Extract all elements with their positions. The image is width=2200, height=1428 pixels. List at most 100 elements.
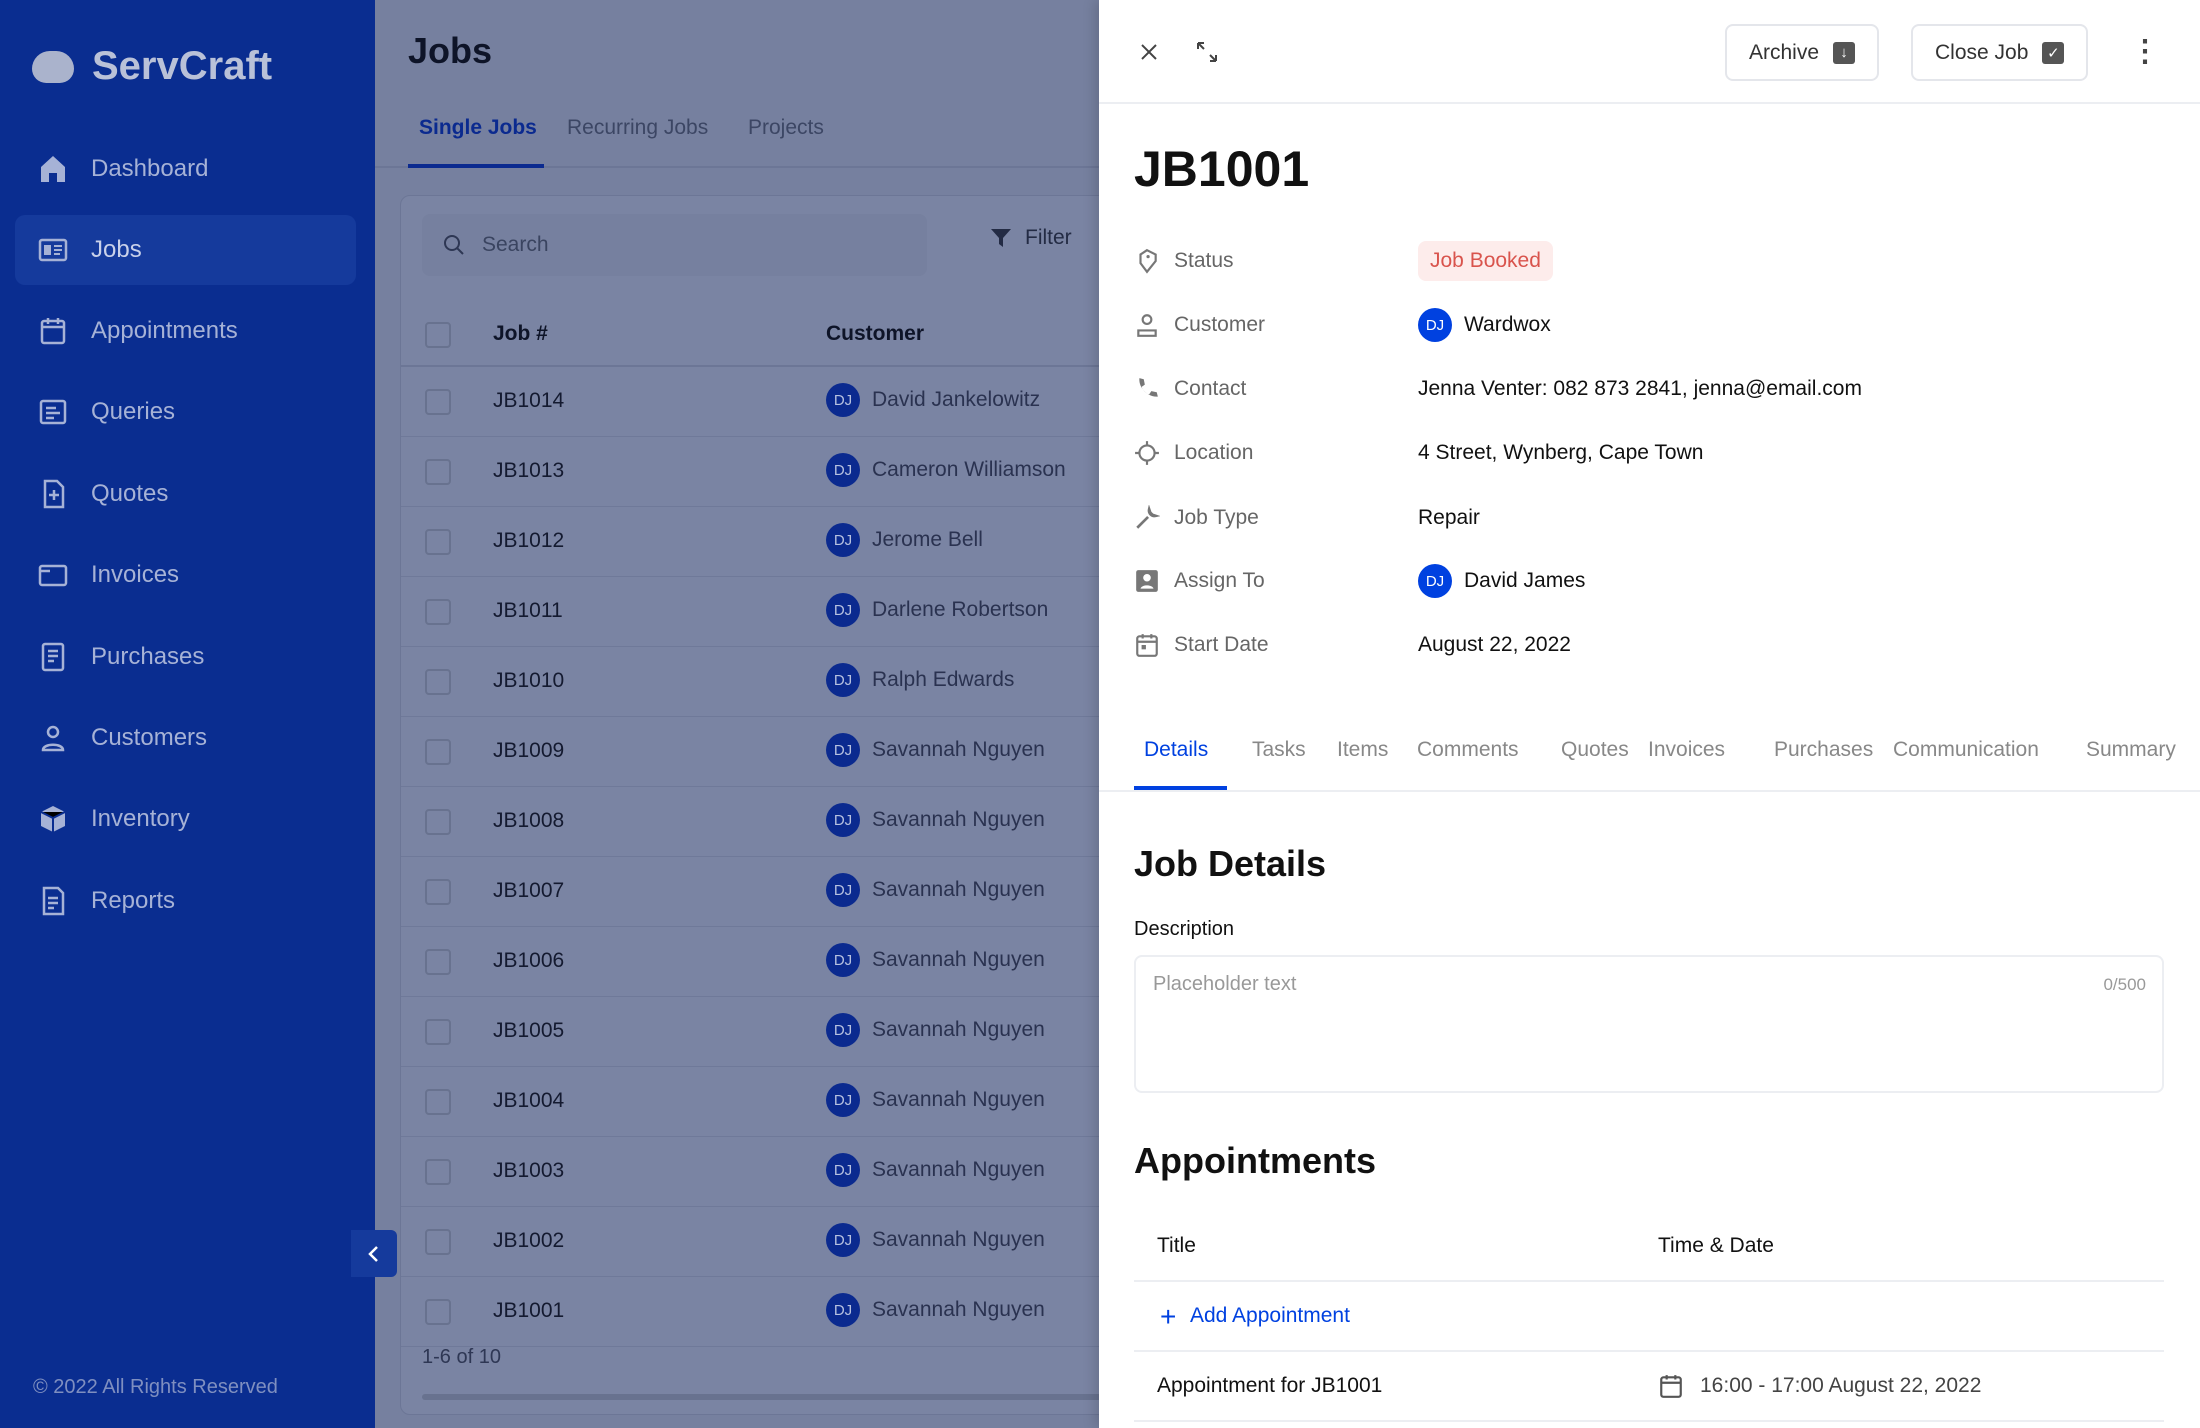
row-checkbox[interactable]: [425, 1089, 451, 1115]
sidebar-item-reports[interactable]: Reports: [15, 866, 356, 936]
close-job-button[interactable]: Close Job ✓: [1911, 24, 2089, 81]
customer-cell: DJ Savannah Nguyen: [826, 1013, 1045, 1047]
sidebar-item-queries[interactable]: Queries: [15, 377, 356, 447]
pagination-info: 1-6 of 10: [422, 1346, 501, 1368]
quotes-icon: [43, 479, 65, 509]
tab-comments[interactable]: Comments: [1417, 738, 1519, 762]
tab-quotes[interactable]: Quotes: [1561, 738, 1629, 762]
customer-cell: DJ Savannah Nguyen: [826, 1223, 1045, 1257]
sidebar-item-invoices[interactable]: Invoices: [15, 540, 356, 610]
job-number[interactable]: JB1006: [493, 949, 564, 973]
row-checkbox[interactable]: [425, 529, 451, 555]
appointment-time: 16:00 - 17:00 August 22, 2022: [1700, 1374, 1982, 1397]
tab-tasks[interactable]: Tasks: [1252, 738, 1306, 762]
job-number[interactable]: JB1008: [493, 809, 564, 833]
archive-button[interactable]: Archive ↓: [1725, 24, 1880, 81]
search-input[interactable]: Search: [422, 214, 927, 276]
customer-value[interactable]: Wardwox: [1464, 313, 1551, 337]
column-job-number[interactable]: Job #: [493, 322, 548, 346]
tab-single-jobs[interactable]: Single Jobs: [419, 116, 537, 140]
column-customer[interactable]: Customer: [826, 322, 924, 346]
customer-cell: DJ Savannah Nguyen: [826, 1293, 1045, 1327]
job-number[interactable]: JB1004: [493, 1089, 564, 1113]
box-icon: [40, 806, 66, 832]
phone-icon: [1139, 378, 1158, 397]
job-type-value: Repair: [1418, 506, 1480, 529]
collapse-sidebar-button[interactable]: [351, 1230, 397, 1277]
purchases-icon: [41, 642, 65, 672]
close-icon[interactable]: [1133, 36, 1165, 68]
avatar: DJ: [1418, 308, 1452, 342]
job-number[interactable]: JB1003: [493, 1159, 564, 1183]
job-number[interactable]: JB1014: [493, 389, 564, 413]
avatar: DJ: [826, 1083, 860, 1117]
logo[interactable]: ServCraft: [32, 44, 272, 89]
row-checkbox[interactable]: [425, 669, 451, 695]
job-number[interactable]: JB1012: [493, 529, 564, 553]
job-number[interactable]: JB1005: [493, 1019, 564, 1043]
horizontal-scrollbar[interactable]: [422, 1394, 1122, 1400]
field-status: Status Job Booked: [1134, 241, 2174, 281]
sidebar-item-purchases[interactable]: Purchases: [15, 622, 356, 692]
select-all-checkbox[interactable]: [425, 322, 451, 348]
more-options-icon[interactable]: ⋮: [2129, 36, 2161, 68]
row-checkbox[interactable]: [425, 1229, 451, 1255]
row-checkbox[interactable]: [425, 1299, 451, 1325]
appointment-row[interactable]: Appointment for JB1001 16:00 - 17:00 Augu…: [1134, 1352, 2164, 1422]
avatar: DJ: [826, 1013, 860, 1047]
expand-icon[interactable]: [1191, 36, 1223, 68]
row-checkbox[interactable]: [425, 389, 451, 415]
avatar: DJ: [826, 873, 860, 907]
character-counter: 0/500: [2103, 975, 2146, 994]
row-checkbox[interactable]: [425, 1159, 451, 1185]
sidebar-item-jobs[interactable]: Jobs: [15, 215, 356, 285]
filter-button[interactable]: Filter: [989, 226, 1072, 250]
avatar: DJ: [826, 943, 860, 977]
sidebar-item-inventory[interactable]: Inventory: [15, 784, 356, 854]
row-checkbox[interactable]: [425, 949, 451, 975]
sidebar-item-appointments[interactable]: Appointments: [15, 296, 356, 366]
row-checkbox[interactable]: [425, 599, 451, 625]
tab-summary[interactable]: Summary: [2086, 738, 2176, 762]
customer-name: Darlene Robertson: [872, 598, 1049, 621]
row-checkbox[interactable]: [425, 459, 451, 485]
row-checkbox[interactable]: [425, 739, 451, 765]
sidebar-item-label: Queries: [91, 398, 176, 425]
add-appointment-button[interactable]: + Add Appointment: [1134, 1282, 2164, 1352]
wrench-icon: [1136, 505, 1160, 529]
tab-recurring-jobs[interactable]: Recurring Jobs: [567, 116, 708, 140]
row-checkbox[interactable]: [425, 809, 451, 835]
job-type-label: Job Type: [1174, 506, 1259, 529]
column-time-date: Time & Date: [1658, 1234, 1774, 1257]
job-number[interactable]: JB1011: [493, 599, 563, 623]
assignee-value[interactable]: David James: [1464, 569, 1585, 593]
description-textarea[interactable]: Placeholder text 0/500: [1134, 955, 2164, 1093]
job-number[interactable]: JB1013: [493, 459, 564, 483]
customer-name: Cameron Williamson: [872, 458, 1066, 481]
tab-communication[interactable]: Communication: [1893, 738, 2039, 762]
job-number[interactable]: JB1009: [493, 739, 564, 763]
job-number[interactable]: JB1001: [493, 1299, 564, 1323]
row-checkbox[interactable]: [425, 879, 451, 905]
row-checkbox[interactable]: [425, 1019, 451, 1045]
customer-cell: DJ Cameron Williamson: [826, 453, 1066, 487]
job-number[interactable]: JB1007: [493, 879, 564, 903]
tab-items[interactable]: Items: [1337, 738, 1388, 762]
sidebar-item-customers[interactable]: Customers: [15, 703, 356, 773]
sidebar-item-dashboard[interactable]: Dashboard: [15, 134, 356, 204]
tag-icon: [1139, 248, 1157, 274]
tab-details[interactable]: Details: [1144, 738, 1208, 762]
description-label: Description: [1134, 918, 1235, 940]
job-number[interactable]: JB1010: [493, 669, 564, 693]
calendar-icon: [1136, 634, 1158, 657]
sidebar-item-label: Dashboard: [91, 155, 209, 182]
tab-invoices[interactable]: Invoices: [1648, 738, 1725, 762]
tab-projects[interactable]: Projects: [748, 116, 824, 140]
status-badge[interactable]: Job Booked: [1418, 241, 1553, 281]
checkbox-check-icon: ✓: [2042, 41, 2065, 64]
field-contact: Contact Jenna Venter: 082 873 2841, jenna…: [1134, 369, 2174, 409]
tab-purchases[interactable]: Purchases: [1774, 738, 1873, 762]
avatar: DJ: [826, 803, 860, 837]
job-number[interactable]: JB1002: [493, 1229, 564, 1253]
sidebar-item-quotes[interactable]: Quotes: [15, 459, 356, 529]
